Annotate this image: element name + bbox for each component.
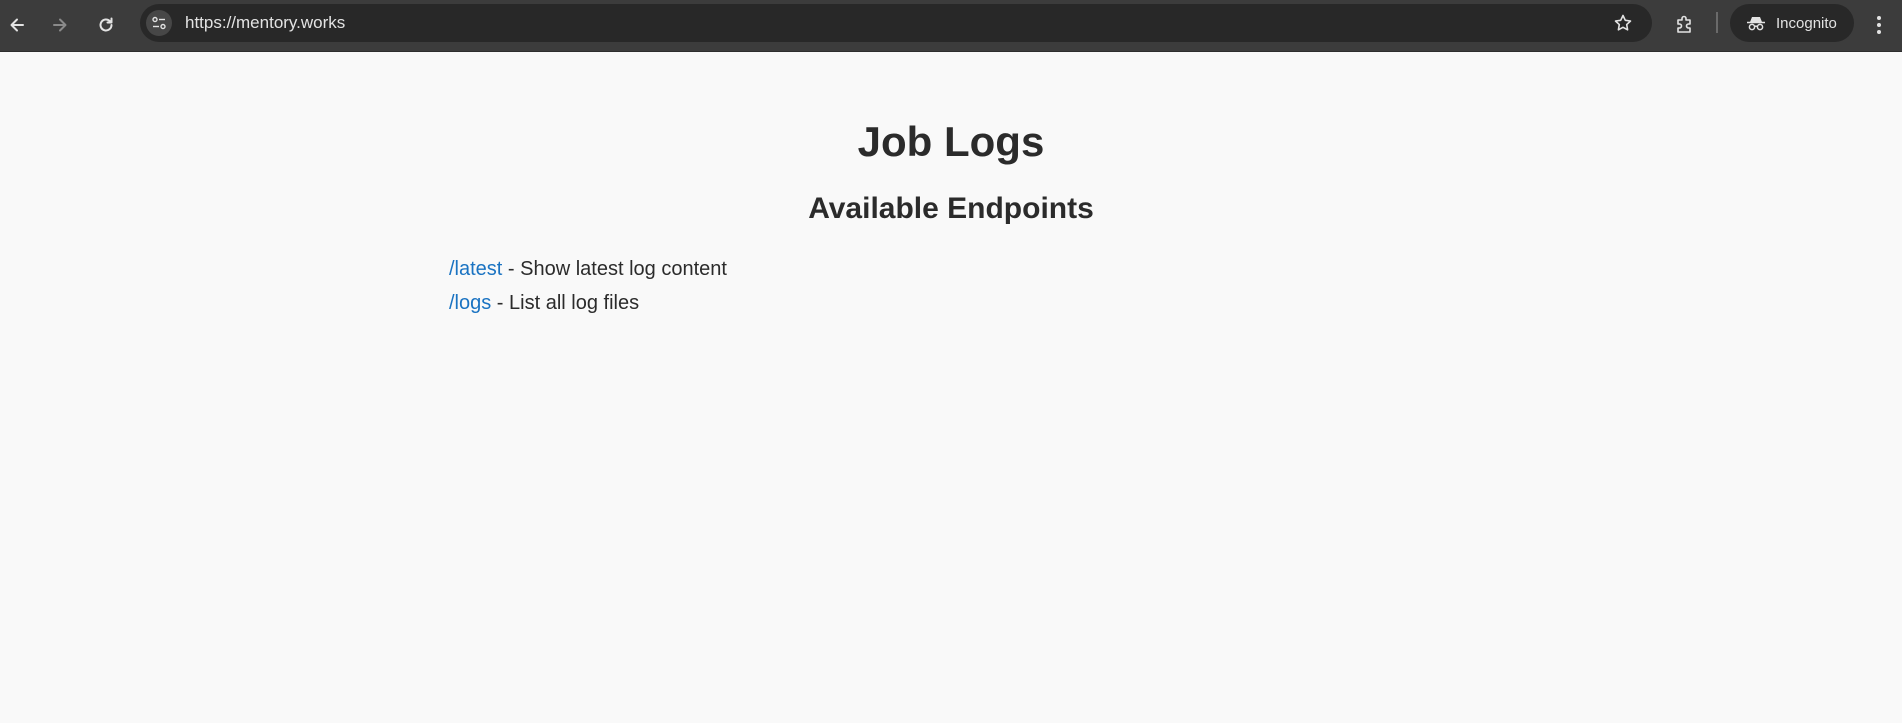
more-menu-button[interactable] [1860,6,1898,44]
bookmark-star-icon [1614,14,1632,31]
url-text[interactable]: https://mentory.works [185,4,345,42]
reload-button[interactable] [87,6,125,44]
address-bar[interactable]: https://mentory.works [140,4,1652,42]
page-title: Job Logs [857,118,1045,165]
forward-arrow-icon [53,18,67,32]
site-info-icon [152,16,166,30]
endpoint-description: - Show latest log content [502,258,727,280]
endpoint-list: /latest - Show latest log content /logs … [449,252,727,320]
list-item: /logs - List all log files [449,286,727,320]
back-button[interactable] [0,6,36,44]
extensions-icon [1677,15,1691,33]
endpoint-description: - List all log files [491,292,640,314]
browser-toolbar: https://mentory.works Incognito [0,0,1902,52]
reload-icon [99,17,113,32]
bookmark-button[interactable] [1612,12,1634,34]
extensions-button[interactable] [1666,6,1704,44]
endpoint-link-latest[interactable]: /latest [449,258,502,280]
more-menu-icon [1877,16,1881,34]
incognito-label: Incognito [1776,14,1837,32]
page-content: Job Logs Available Endpoints /latest - S… [0,52,1902,723]
forward-button[interactable] [41,6,79,44]
list-item: /latest - Show latest log content [449,252,727,286]
incognito-profile-button[interactable]: Incognito [1730,4,1854,42]
endpoint-link-logs[interactable]: /logs [449,292,491,314]
toolbar-divider [1716,12,1718,33]
site-info-button[interactable] [146,10,172,36]
incognito-icon [1746,13,1766,33]
back-arrow-icon [10,18,24,32]
section-heading: Available Endpoints [808,192,1094,225]
